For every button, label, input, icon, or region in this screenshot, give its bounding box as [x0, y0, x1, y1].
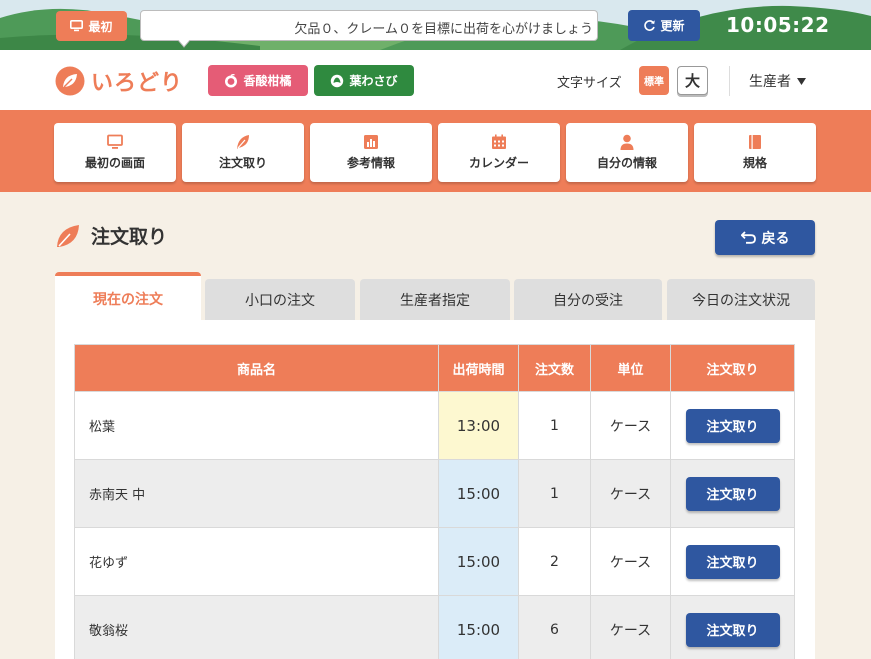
tab-producer-specified[interactable]: 生産者指定 [360, 279, 510, 320]
book-icon [749, 135, 761, 149]
order-unit: ケース [590, 459, 671, 528]
order-unit: ケース [590, 595, 671, 659]
wasabi-leaf-icon [331, 74, 344, 87]
nav-item-label: 参考情報 [346, 156, 395, 170]
ship-time: 15:00 [438, 527, 519, 596]
action-cell: 注文取り [670, 527, 795, 596]
user-role-dropdown[interactable]: 生産者 [749, 71, 806, 91]
order-table: 商品名 出荷時間 注文数 単位 注文取り 松葉 13:00 1 ケース 注文取り… [74, 344, 795, 659]
return-arrow-icon [740, 231, 756, 244]
order-unit: ケース [590, 391, 671, 460]
table-row: 松葉 13:00 1 ケース 注文取り [74, 391, 795, 460]
nav-item-home[interactable]: 最初の画面 [54, 123, 176, 182]
action-cell: 注文取り [670, 391, 795, 460]
citrus-category-label: 香酸柑橘 [243, 74, 292, 88]
take-order-button[interactable]: 注文取り [685, 544, 780, 579]
tab-small-orders[interactable]: 小口の注文 [205, 279, 355, 320]
caret-down-icon [797, 77, 806, 85]
person-icon [620, 134, 634, 150]
top-banner: 最初 欠品０、クレーム０を目標に出荷を心がけましょう 更新 10:05:22 [0, 0, 871, 50]
table-row: 花ゆず 15:00 2 ケース 注文取り [74, 527, 795, 596]
font-size-standard-button[interactable]: 標準 [639, 66, 669, 95]
product-name: 松葉 [74, 391, 439, 460]
nav-item-order[interactable]: 注文取り [182, 123, 304, 182]
monitor-icon [70, 20, 84, 32]
take-order-button[interactable]: 注文取り [685, 476, 780, 511]
action-cell: 注文取り [670, 459, 795, 528]
page-title-text: 注文取り [91, 226, 168, 248]
nav-item-standards[interactable]: 規格 [694, 123, 816, 182]
col-header-quantity: 注文数 [518, 344, 591, 392]
product-name: 赤南天 中 [74, 459, 439, 528]
wasabi-category-label: 葉わさび [349, 74, 398, 88]
tab-current-orders[interactable]: 現在の注文 [55, 272, 201, 321]
logo-text: いろどり [91, 71, 184, 96]
take-order-button[interactable]: 注文取り [685, 408, 780, 443]
font-size-large-button[interactable]: 大 [677, 66, 708, 95]
back-button-label: 戻る [761, 230, 790, 247]
order-quantity: 2 [518, 527, 591, 596]
citrus-icon [225, 73, 238, 87]
chart-icon [364, 135, 378, 149]
refresh-button-label: 更新 [660, 19, 685, 33]
page-title: 注文取り [55, 222, 167, 249]
order-quantity: 6 [518, 595, 591, 659]
refresh-button[interactable]: 更新 [628, 10, 700, 41]
back-button[interactable]: 戻る [715, 220, 815, 255]
ship-time: 13:00 [438, 391, 519, 460]
product-name: 敬翁桜 [74, 595, 439, 659]
tab-my-orders[interactable]: 自分の受注 [514, 279, 662, 320]
font-size-label: 文字サイズ [557, 76, 622, 91]
order-quantity: 1 [518, 459, 591, 528]
ticker-pointer [178, 40, 190, 48]
nav-item-reference[interactable]: 参考情報 [310, 123, 432, 182]
ship-time: 15:00 [438, 595, 519, 659]
table-row: 敬翁桜 15:00 6 ケース 注文取り [74, 595, 795, 659]
col-header-product: 商品名 [74, 344, 439, 392]
nav-item-label: 最初の画面 [84, 156, 145, 170]
app-logo[interactable]: いろどり [55, 65, 183, 97]
leaf-icon [237, 135, 249, 149]
take-order-button[interactable]: 注文取り [685, 612, 780, 647]
nav-item-profile[interactable]: 自分の情報 [566, 123, 688, 182]
action-cell: 注文取り [670, 595, 795, 659]
nav-item-label: 自分の情報 [596, 156, 657, 170]
header-divider [729, 66, 730, 96]
product-name: 花ゆず [74, 527, 439, 596]
logo-leaf-icon [55, 66, 85, 96]
user-role-label: 生産者 [749, 74, 791, 90]
home-button[interactable]: 最初 [56, 11, 127, 41]
main-nav: 最初の画面 注文取り 参考情報 カレンダー 自分の情報 規格 [0, 110, 871, 192]
app-header: いろどり 香酸柑橘 葉わさび 文字サイズ 標準 大 生産者 [0, 50, 871, 110]
table-header-row: 商品名 出荷時間 注文数 単位 注文取り [74, 344, 795, 392]
leaf-icon [57, 224, 79, 247]
nav-item-label: 注文取り [218, 156, 267, 170]
nav-item-label: カレンダー [468, 156, 529, 170]
wasabi-category-button[interactable]: 葉わさび [314, 65, 414, 96]
calendar-icon [492, 134, 506, 149]
nav-item-calendar[interactable]: カレンダー [438, 123, 560, 182]
order-quantity: 1 [518, 391, 591, 460]
nav-item-label: 規格 [742, 156, 767, 170]
clock: 10:05:22 [726, 13, 830, 37]
order-unit: ケース [590, 527, 671, 596]
monitor-icon [107, 134, 123, 149]
refresh-icon [644, 20, 656, 31]
col-header-action: 注文取り [670, 344, 795, 392]
col-header-ship-time: 出荷時間 [438, 344, 519, 392]
col-header-unit: 単位 [590, 344, 671, 392]
table-row: 赤南天 中 15:00 1 ケース 注文取り [74, 459, 795, 528]
citrus-category-button[interactable]: 香酸柑橘 [208, 65, 308, 96]
message-ticker: 欠品０、クレーム０を目標に出荷を心がけましょう [140, 10, 598, 41]
tab-today-status[interactable]: 今日の注文状況 [667, 279, 815, 320]
ship-time: 15:00 [438, 459, 519, 528]
home-button-label: 最初 [88, 19, 113, 34]
